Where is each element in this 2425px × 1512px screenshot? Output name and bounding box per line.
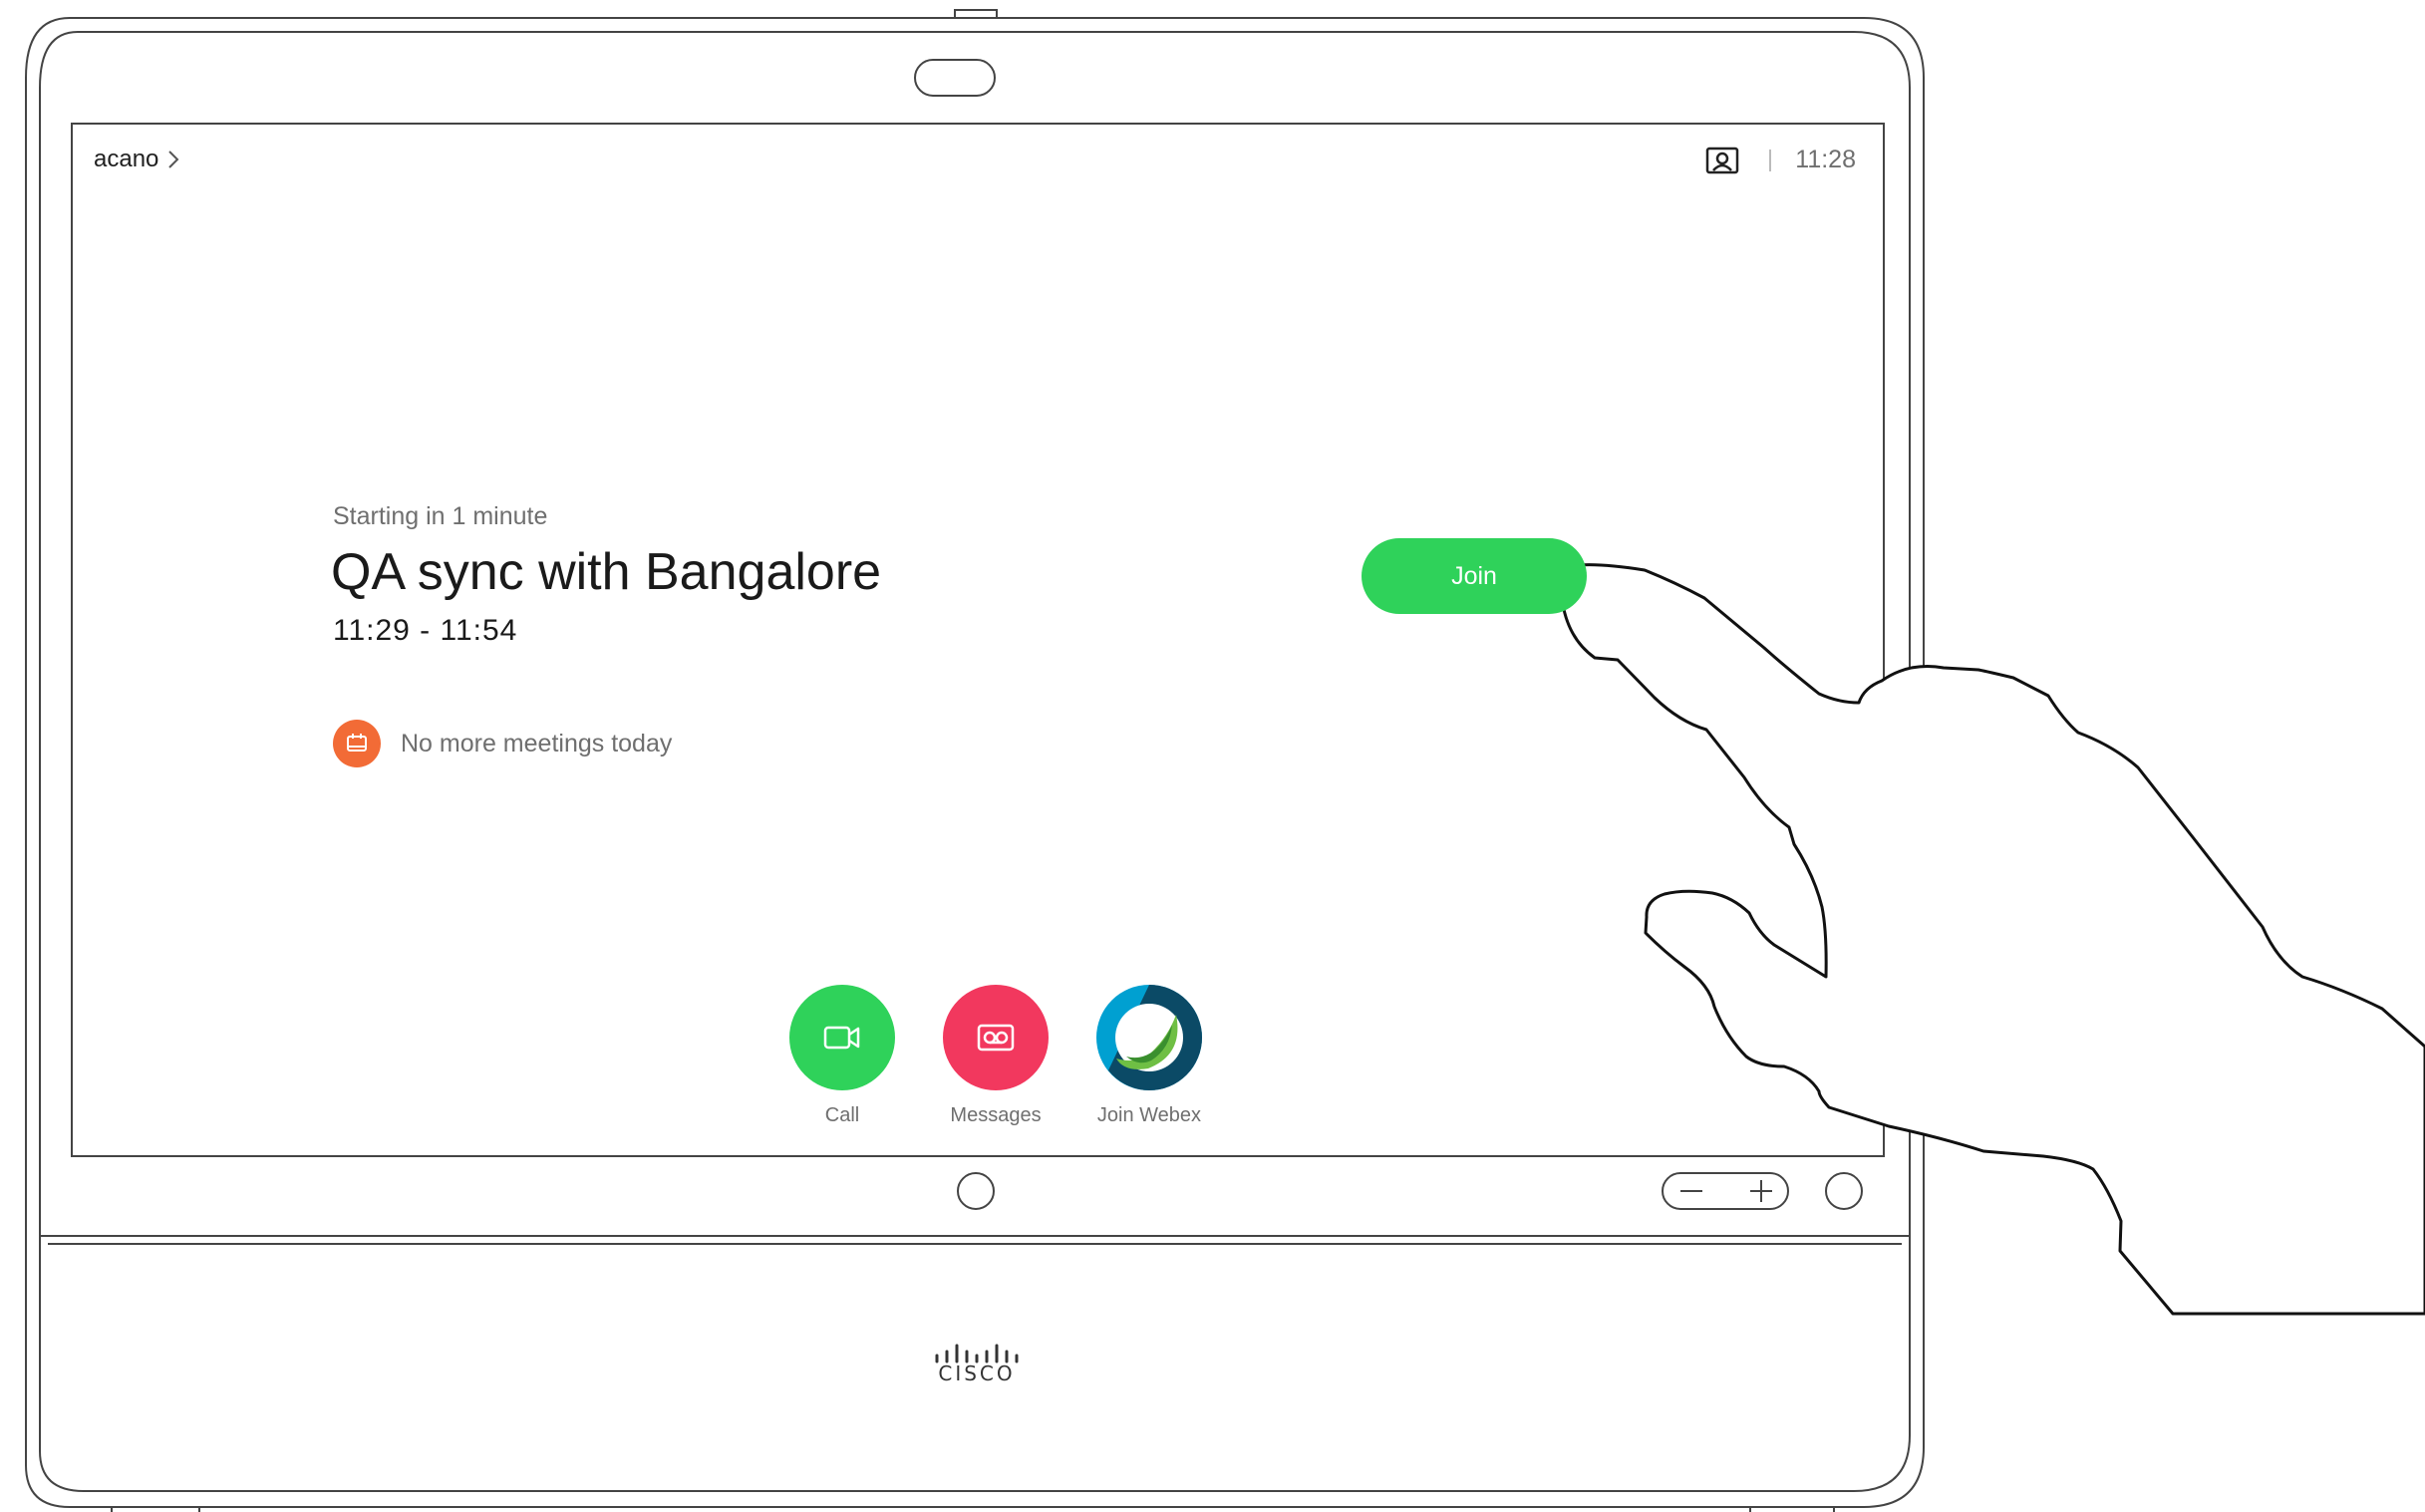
messages-app[interactable]: Messages: [926, 985, 1065, 1127]
meeting-time: 11:29 - 11:54: [333, 614, 518, 647]
calendar-icon: [333, 720, 381, 767]
join-webex-app[interactable]: Join Webex: [1079, 985, 1219, 1127]
agenda-message: No more meetings today: [401, 729, 673, 757]
agenda-notice: No more meetings today: [333, 720, 672, 767]
join-button[interactable]: Join: [1362, 538, 1587, 614]
system-name: acano: [94, 146, 159, 172]
brand-logo: CISCO: [938, 1361, 1016, 1385]
home-button: [957, 1172, 995, 1210]
touch-screen: acano 11:28 Starting in 1 minute QA sync…: [72, 124, 1882, 1156]
clock: 11:28: [1795, 146, 1856, 173]
video-camera-icon: [789, 985, 895, 1090]
divider: [1769, 149, 1772, 171]
self-view-button[interactable]: [1705, 147, 1739, 174]
cisco-logo-icon: [935, 1344, 1019, 1363]
messages-label: Messages: [950, 1104, 1042, 1126]
webex-icon: [1096, 985, 1202, 1090]
voicemail-icon: [943, 985, 1049, 1090]
join-webex-label: Join Webex: [1096, 1104, 1202, 1126]
chevron-right-icon: [168, 151, 179, 168]
call-app[interactable]: Call: [772, 985, 912, 1127]
self-view-icon: [1706, 147, 1739, 173]
power-button: [1825, 1172, 1863, 1210]
system-name-button[interactable]: acano: [94, 146, 180, 173]
meeting-title: QA sync with Bangalore: [331, 543, 882, 601]
call-label: Call: [824, 1104, 860, 1126]
meeting-status: Starting in 1 minute: [333, 502, 548, 530]
